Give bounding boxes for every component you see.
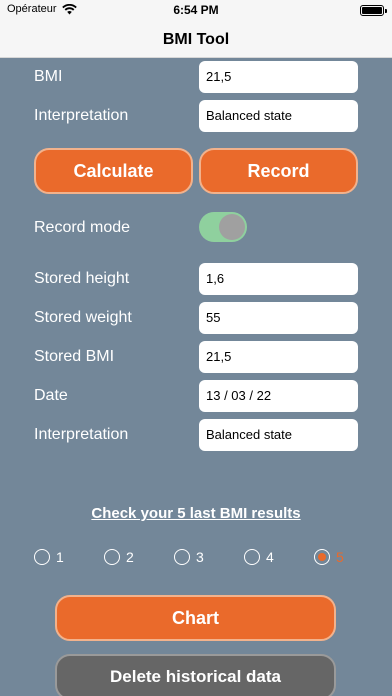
radio-option-3[interactable]: 3 [174,549,204,565]
radio-circle-icon [104,549,120,565]
radio-option-1[interactable]: 1 [34,549,64,565]
history-radio-group: 1 2 3 4 5 [0,549,392,569]
status-time: 6:54 PM [173,3,219,17]
stored-weight-label: Stored weight [34,309,132,326]
date-label: Date [34,387,68,404]
radio-circle-icon [244,549,260,565]
radio-option-2[interactable]: 2 [104,549,134,565]
stored-interpretation-label: Interpretation [34,426,129,443]
stored-interpretation-field[interactable]: Balanced state [199,419,358,451]
page-title: BMI Tool [162,31,230,48]
calculate-button[interactable]: Calculate [34,148,193,194]
radio-label: 5 [336,549,344,565]
stored-bmi-label: Stored BMI [34,348,115,365]
interpretation-field[interactable]: Balanced state [199,100,358,132]
radio-option-4[interactable]: 4 [244,549,274,565]
record-mode-toggle[interactable] [199,212,247,242]
navigation-bar: BMI Tool [0,22,392,58]
stored-weight-field[interactable]: 55 [199,302,358,334]
radio-selected-icon [314,549,330,565]
chart-button[interactable]: Chart [55,595,336,641]
battery-icon [360,5,387,16]
radio-label: 3 [196,549,204,565]
radio-circle-icon [34,549,50,565]
interpretation-label: Interpretation [34,107,129,124]
status-bar: Opérateur 6:54 PM [0,0,392,22]
radio-option-5[interactable]: 5 [314,549,344,565]
radio-label: 4 [266,549,274,565]
toggle-knob [219,214,245,240]
history-link[interactable]: Check your 5 last BMI results [0,505,392,522]
radio-circle-icon [174,549,190,565]
stored-height-field[interactable]: 1,6 [199,263,358,295]
radio-label: 2 [126,549,134,565]
bmi-field[interactable]: 21,5 [199,61,358,93]
radio-label: 1 [56,549,64,565]
stored-bmi-field[interactable]: 21,5 [199,341,358,373]
date-field[interactable]: 13 / 03 / 22 [199,380,358,412]
delete-history-button[interactable]: Delete historical data [55,654,336,696]
record-mode-label: Record mode [34,219,131,236]
stored-height-label: Stored height [34,270,130,287]
bmi-label: BMI [34,68,63,85]
record-button[interactable]: Record [199,148,358,194]
